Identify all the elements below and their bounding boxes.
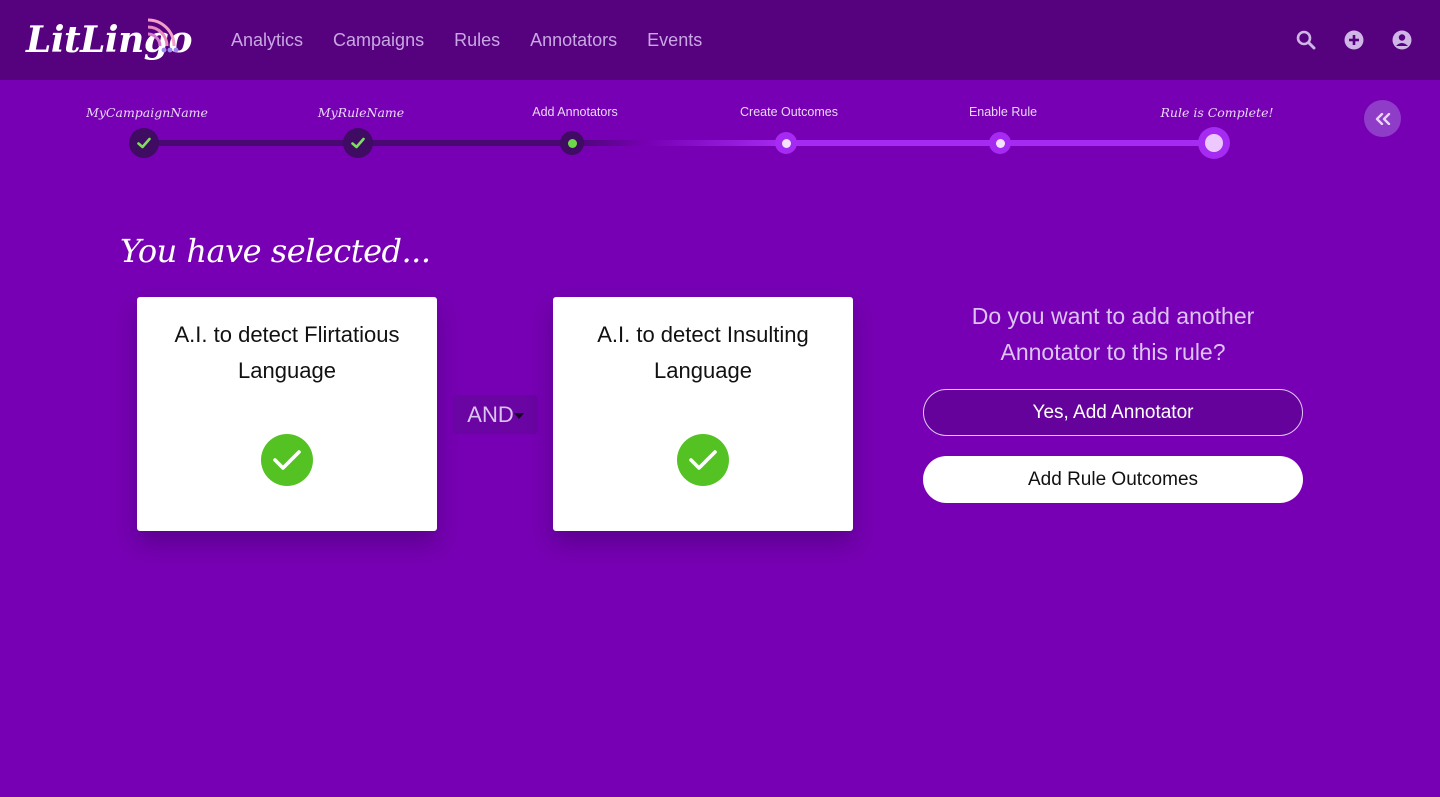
annotator-card-flirtatious[interactable]: A.I. to detect Flirtatious Language [137, 297, 437, 531]
double-chevron-left-icon [1375, 112, 1390, 125]
user-circle-icon[interactable] [1388, 26, 1416, 54]
nav-analytics[interactable]: Analytics [231, 30, 303, 51]
search-icon[interactable] [1292, 26, 1320, 54]
annotator-card-title: A.I. to detect Flirtatious Language [174, 322, 400, 383]
top-navbar: LitLingo Analytics Campaigns Rules Annot… [0, 0, 1440, 80]
step-node-rule-check-icon[interactable] [343, 128, 373, 158]
step-node-create-outcomes [775, 132, 797, 154]
selected-heading: You have selected... [120, 232, 431, 270]
main-nav: Analytics Campaigns Rules Annotators Eve… [231, 0, 702, 80]
rule-progress-stepper: MyCampaignName MyRuleName Add Annotators… [0, 80, 1440, 190]
step-label-create-outcomes: Create Outcomes [740, 105, 838, 119]
header-actions [1292, 0, 1416, 80]
check-circle-icon [677, 434, 729, 486]
step-label-enable-rule: Enable Rule [968, 105, 1038, 119]
operator-select[interactable]: AND [453, 395, 538, 434]
step-label-complete: Rule is Complete! [1160, 105, 1274, 120]
add-rule-outcomes-button[interactable]: Add Rule Outcomes [923, 456, 1303, 503]
step-label-campaign[interactable]: MyCampaignName [86, 105, 208, 120]
operator-value: AND [467, 401, 514, 427]
nav-events[interactable]: Events [647, 30, 702, 51]
annotator-card-insulting[interactable]: A.I. to detect Insulting Language [553, 297, 853, 531]
check-circle-icon [261, 434, 313, 486]
plus-circle-icon[interactable] [1340, 26, 1368, 54]
progress-track-fade [572, 140, 786, 146]
add-annotator-button[interactable]: Yes, Add Annotator [923, 389, 1303, 436]
step-node-campaign-check-icon[interactable] [129, 128, 159, 158]
step-label-rule[interactable]: MyRuleName [318, 105, 404, 120]
nav-campaigns[interactable]: Campaigns [333, 30, 424, 51]
nav-annotators[interactable]: Annotators [530, 30, 617, 51]
nav-rules[interactable]: Rules [454, 30, 500, 51]
signal-waves-icon [147, 18, 179, 53]
litlingo-logo[interactable]: LitLingo [26, 14, 192, 66]
step-node-complete [1198, 127, 1230, 159]
caret-down-icon [513, 412, 524, 419]
step-node-enable-rule [989, 132, 1011, 154]
add-annotator-question: Do you want to add another Annotator to … [971, 303, 1255, 365]
annotator-card-title: A.I. to detect Insulting Language [597, 322, 809, 383]
collapse-stepper-button[interactable] [1364, 100, 1401, 137]
step-node-current [560, 131, 584, 155]
step-label-add-annotators: Add Annotators [532, 105, 618, 119]
